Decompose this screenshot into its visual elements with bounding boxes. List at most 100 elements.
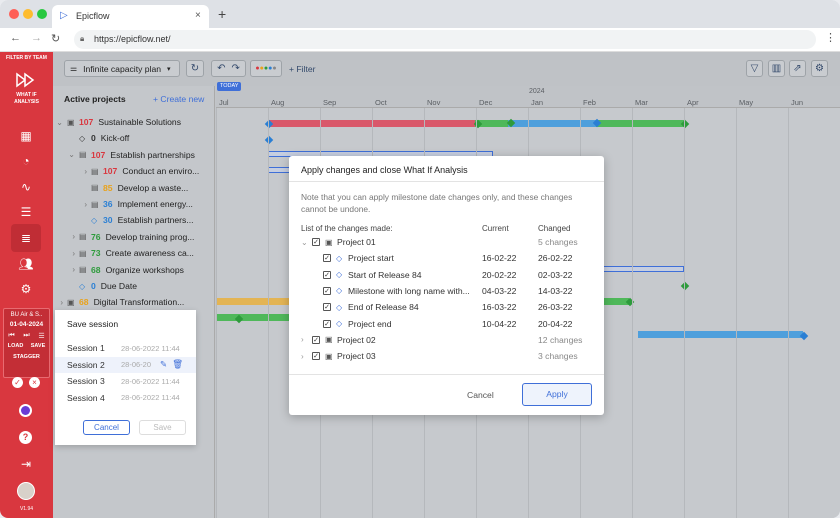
dialog-apply-button[interactable]: Apply — [522, 383, 592, 406]
change-row[interactable]: ✓ ◇ Start of Release 84 20-02-22 02-03-22 — [301, 267, 593, 283]
milestone-diamond-icon[interactable] — [680, 281, 690, 291]
menu-icon[interactable]: ☰ — [38, 332, 44, 340]
what-if-analysis-icon[interactable] — [15, 72, 37, 88]
task-bar[interactable] — [596, 120, 684, 127]
confirm-check-icon[interactable]: ✓ — [12, 377, 23, 388]
change-row[interactable]: ✓ ◇ End of Release 84 16-03-22 26-03-22 — [301, 299, 593, 315]
task-bar[interactable] — [638, 331, 803, 338]
undo-icon[interactable]: ↶ — [217, 63, 225, 74]
session-save-button[interactable]: Save — [139, 420, 186, 435]
browser-menu-icon[interactable]: ⋮ — [825, 31, 836, 44]
table-icon[interactable]: ▦ — [17, 127, 35, 145]
stagger-button[interactable]: STAGGER — [4, 354, 49, 360]
dashboard-icon[interactable]: ◔ — [17, 152, 35, 170]
change-checkbox[interactable]: ✓ — [312, 238, 320, 246]
pulse-icon[interactable]: ∿ — [17, 178, 35, 196]
milestone-diamond-icon[interactable] — [264, 135, 274, 145]
expand-chevron-icon[interactable]: ⌄ — [53, 150, 79, 159]
change-checkbox[interactable]: ✓ — [323, 254, 331, 263]
filter-funnel-button[interactable]: ▽ — [746, 60, 763, 77]
plan-select[interactable]: ⚌ Infinite capacity plan ▾ — [64, 60, 180, 77]
cancel-x-icon[interactable]: × — [29, 377, 40, 388]
export-button[interactable]: ⇗ — [789, 60, 806, 77]
change-row[interactable]: ⌄ ✓ ▣ Project 01 5 changes — [301, 234, 593, 250]
outline-bar[interactable] — [268, 167, 290, 173]
tree-row[interactable]: › ▤ 107 Conduct an enviro... — [53, 163, 215, 179]
tree-row[interactable]: › ▣ 68 Digital Transformation... — [53, 294, 215, 310]
help-icon[interactable]: ? — [19, 431, 32, 444]
change-checkbox[interactable]: ✓ — [312, 352, 320, 361]
change-checkbox[interactable]: ✓ — [323, 286, 331, 295]
session-row[interactable]: Session 2 28-06-20 ✎ 🗑︎ — [55, 356, 196, 373]
milestone-diamond-icon[interactable] — [799, 331, 809, 341]
delete-trash-icon[interactable]: 🗑︎ — [172, 359, 183, 370]
change-checkbox[interactable]: ✓ — [312, 335, 320, 344]
integration-icon[interactable] — [19, 404, 32, 417]
change-row[interactable]: ✓ ◇ Project end 10-04-22 20-04-22 — [301, 316, 593, 332]
change-checkbox[interactable]: ✓ — [323, 319, 331, 328]
expand-chevron-icon[interactable]: › — [53, 200, 91, 209]
outline-bar[interactable] — [596, 266, 684, 272]
change-row[interactable]: › ✓ ▣ Project 03 3 changes — [301, 348, 593, 364]
reload-icon[interactable]: ↻ — [51, 32, 60, 45]
tree-row[interactable]: ⌄ ▣ 107 Sustainable Solutions — [53, 114, 215, 130]
tree-row[interactable]: › ▤ 73 Create awareness ca... — [53, 245, 215, 261]
session-row[interactable]: Session 4 28-06-2022 11:44 — [55, 390, 196, 406]
add-filter-button[interactable]: + Filter — [289, 64, 316, 74]
play-icon[interactable]: ⏭︎ — [23, 332, 29, 340]
url-field[interactable]: 🔒︎ https://epicflow.net/ — [74, 30, 816, 49]
expand-chevron-icon[interactable]: › — [53, 298, 67, 307]
new-tab-icon[interactable]: + — [218, 6, 226, 22]
close-window-button[interactable] — [9, 9, 19, 19]
color-legend-button[interactable]: ● ● ● ● ● — [250, 60, 282, 77]
dialog-cancel-button[interactable]: Cancel — [467, 390, 494, 400]
columns-button[interactable]: ▥ — [768, 60, 785, 77]
change-checkbox[interactable]: ✓ — [323, 270, 331, 279]
session-row[interactable]: Session 3 28-06-2022 11:44 — [55, 373, 196, 389]
session-cancel-button[interactable]: Cancel — [83, 420, 130, 435]
create-new-button[interactable]: + Create new — [153, 94, 204, 104]
settings-gear-icon[interactable]: ⚙︎ — [17, 280, 35, 298]
list-icon[interactable]: ☰ — [17, 203, 35, 221]
minimize-window-button[interactable] — [23, 9, 33, 19]
expand-chevron-icon[interactable]: › — [301, 335, 312, 344]
browser-tab[interactable]: ▷ Epicflow × — [52, 5, 209, 28]
task-bar[interactable] — [216, 314, 236, 321]
refresh-button[interactable]: ↻ — [186, 60, 204, 77]
tree-row[interactable]: ◇ 0 Due Date — [53, 278, 215, 294]
save-button[interactable]: SAVE — [31, 343, 46, 349]
expand-chevron-icon[interactable]: › — [53, 232, 79, 241]
tree-row[interactable]: ⌄ ▤ 107 Establish partnerships — [53, 147, 215, 163]
close-tab-icon[interactable]: × — [195, 10, 201, 21]
expand-chevron-icon[interactable]: ⌄ — [53, 118, 67, 127]
task-list-icon[interactable]: ≣ — [17, 229, 35, 247]
tree-row[interactable]: › ▤ 36 Implement energy... — [53, 196, 215, 212]
change-checkbox[interactable]: ✓ — [323, 303, 331, 312]
back-arrow-icon[interactable]: ← — [10, 32, 21, 44]
tree-row[interactable]: ▤ 85 Develop a waste... — [53, 180, 215, 196]
tree-row[interactable]: › ▤ 68 Organize workshops — [53, 262, 215, 278]
session-row[interactable]: Session 1 28-06-2022 11:44 — [55, 340, 196, 356]
expand-chevron-icon[interactable]: › — [53, 265, 79, 274]
task-bar[interactable] — [508, 120, 596, 127]
tree-row[interactable]: ◇ 0 Kick-off — [53, 130, 215, 146]
logout-icon[interactable]: ⇥ — [17, 455, 35, 473]
change-row[interactable]: › ✓ ▣ Project 02 12 changes — [301, 332, 593, 348]
skip-back-icon[interactable]: ⏮︎ — [8, 332, 14, 340]
redo-icon[interactable]: ↷ — [232, 63, 240, 74]
tree-row[interactable]: ◇ 30 Establish partners... — [53, 212, 215, 228]
change-row[interactable]: ✓ ◇ Milestone with long name with... 04-03-… — [301, 283, 593, 299]
edit-pencil-icon[interactable]: ✎ — [160, 359, 167, 370]
tree-row[interactable]: › ▤ 76 Develop training prog... — [53, 229, 215, 245]
load-button[interactable]: LOAD — [8, 343, 24, 349]
expand-chevron-icon[interactable]: › — [53, 249, 79, 258]
change-row[interactable]: ✓ ◇ Project start 16-02-22 26-02-22 — [301, 250, 593, 266]
expand-chevron-icon[interactable]: ⌄ — [301, 238, 312, 247]
maximize-window-button[interactable] — [37, 9, 47, 19]
expand-chevron-icon[interactable]: › — [301, 352, 312, 361]
forward-arrow-icon[interactable]: → — [31, 32, 42, 44]
expand-chevron-icon[interactable]: › — [53, 167, 91, 176]
users-icon[interactable]: 👥︎ — [17, 255, 35, 273]
avatar[interactable] — [17, 482, 35, 500]
gantt-settings-button[interactable]: ⚙︎ — [811, 60, 828, 77]
